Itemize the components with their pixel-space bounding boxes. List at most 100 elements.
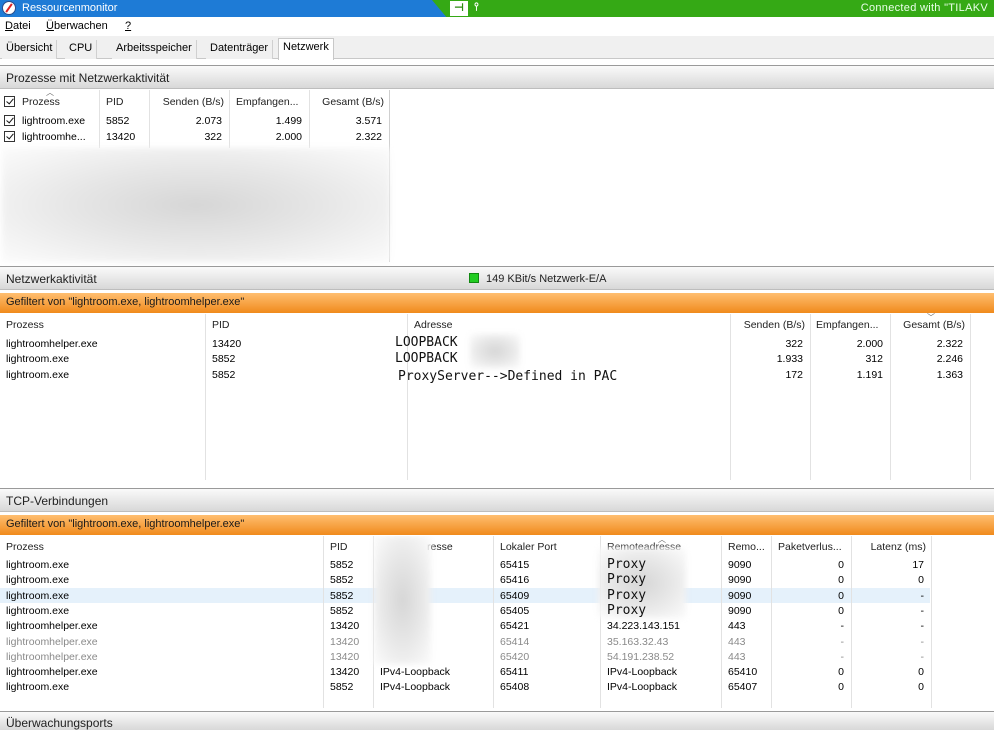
tab-bar: Übersicht CPU Arbeitsspeicher Datenträge…: [0, 36, 994, 60]
select-all-checkbox[interactable]: [4, 96, 15, 107]
redacted-area: [470, 334, 520, 368]
tab-cpu[interactable]: CPU: [65, 40, 98, 59]
local-port: 65420: [500, 650, 530, 663]
col-header-process[interactable]: Prozess: [6, 319, 44, 331]
packet-loss: 0: [838, 574, 844, 587]
local-port: 65421: [500, 620, 530, 633]
address: LOOPBACK: [395, 351, 458, 366]
section-tcp-header[interactable]: TCP-Verbindungen: [0, 488, 994, 512]
tab-netzwerk[interactable]: Netzwerk: [278, 38, 334, 60]
process-receive: 1.499: [275, 115, 302, 127]
process-receive: 2.000: [275, 131, 302, 143]
remote-port: 9090: [728, 574, 752, 587]
tab-uebersicht[interactable]: Übersicht: [2, 40, 58, 59]
redacted-area: [2, 148, 390, 262]
latency: -: [920, 589, 925, 602]
process-name: lightroom.exe: [22, 115, 86, 127]
col-header-send[interactable]: Senden (B/s): [150, 96, 224, 108]
process-name: lightroom.exe: [6, 559, 70, 571]
col-header-latency[interactable]: Latenz (ms): [852, 541, 926, 553]
latency: 0: [918, 666, 924, 679]
col-header-packet-loss[interactable]: Paketverlus...: [778, 541, 842, 553]
address: LOOPBACK: [395, 335, 458, 350]
send-value: 172: [785, 369, 803, 381]
send-value: 1.933: [776, 353, 803, 365]
tab-datentraeger[interactable]: Datenträger: [206, 40, 274, 59]
network-filter-text: Gefiltert von "lightroom.exe, lightroomh…: [6, 296, 245, 308]
window-title: Ressourcenmonitor: [22, 2, 118, 14]
packet-loss: 0: [838, 559, 844, 571]
process-pid: 13420: [330, 635, 360, 648]
remote-address: Proxy: [607, 602, 647, 618]
process-pid: 5852: [330, 604, 354, 617]
remote-port: 443: [728, 620, 746, 633]
col-header-receive[interactable]: Empfangen...: [816, 319, 878, 331]
col-header-pid[interactable]: PID: [212, 319, 230, 331]
process-send: 2.073: [195, 115, 222, 127]
remote-port: 9090: [728, 589, 752, 602]
latency: 0: [918, 681, 924, 694]
process-total: 2.322: [355, 131, 382, 143]
process-pid: 5852: [330, 589, 354, 602]
menu-ueberwachen[interactable]: Überwachen: [46, 20, 108, 32]
remote-address: 35.163.32.43: [607, 635, 669, 648]
process-checkbox[interactable]: [4, 131, 15, 142]
col-header-total[interactable]: Gesamt (B/s): [891, 319, 965, 331]
process-name: lightroom.exe: [6, 369, 70, 381]
process-pid: 13420: [330, 666, 360, 679]
network-table: ﹀ Prozess PID Adresse Senden (B/s) Empfa…: [0, 313, 994, 484]
col-header-process[interactable]: Prozess: [6, 541, 44, 553]
packet-loss: 0: [838, 604, 844, 617]
col-header-remote-port[interactable]: Remo...: [728, 541, 765, 553]
local-port: 65408: [500, 681, 530, 694]
process-name: lightroomhelper.exe: [6, 666, 98, 679]
remote-address: IPv4-Loopback: [607, 681, 678, 694]
total-value: 2.322: [936, 338, 963, 350]
col-header-pid[interactable]: PID: [330, 541, 348, 553]
process-name: lightroom.exe: [6, 681, 70, 694]
menu-help[interactable]: ?: [125, 20, 131, 32]
local-port: 65411: [500, 666, 529, 679]
col-header-send[interactable]: Senden (B/s): [731, 319, 805, 331]
remote-address: 34.223.143.151: [607, 620, 680, 633]
process-name: lightroom.exe: [6, 604, 70, 617]
section-processes-header[interactable]: Prozesse mit Netzwerkaktivität: [0, 65, 994, 89]
col-header-process[interactable]: Prozess: [22, 96, 60, 108]
remote-port: 443: [728, 635, 746, 648]
pin-icon[interactable]: ⊣: [450, 1, 468, 16]
send-value: 322: [785, 338, 803, 350]
local-address: IPv4-Loopback: [380, 681, 451, 694]
remote-connection-status: Connected with "TILAKV: [860, 2, 988, 14]
receive-value: 312: [865, 353, 883, 365]
col-header-pid[interactable]: PID: [106, 96, 124, 108]
menu-datei[interactable]: Datei: [5, 20, 31, 32]
col-header-address[interactable]: Adresse: [414, 319, 453, 331]
address: ProxyServer-->Defined in PAC: [398, 369, 618, 384]
section-ports-title: Überwachungsports: [6, 716, 113, 730]
latency: -: [920, 604, 925, 617]
tab-arbeitsspeicher[interactable]: Arbeitsspeicher: [112, 40, 197, 59]
latency: 17: [912, 559, 924, 571]
section-ports-header[interactable]: Überwachungsports: [0, 711, 994, 730]
process-pid: 13420: [212, 338, 242, 350]
latency: -: [920, 635, 925, 648]
col-header-receive[interactable]: Empfangen...: [236, 96, 298, 108]
processes-table: ︿ Prozess PID Senden (B/s) Empfangen... …: [0, 88, 390, 262]
section-processes-title: Prozesse mit Netzwerkaktivität: [6, 71, 170, 85]
process-checkbox[interactable]: [4, 115, 15, 126]
process-pid: 5852: [330, 574, 354, 587]
section-network-header[interactable]: Netzwerkaktivität 149 KBit/s Netzwerk-E/…: [0, 266, 994, 290]
col-header-local-port[interactable]: Lokaler Port: [500, 541, 557, 553]
process-pid: 5852: [212, 353, 236, 365]
redacted-area: [374, 536, 431, 664]
packet-loss: 0: [838, 666, 844, 679]
receive-value: 2.000: [856, 338, 883, 350]
menu-bar: Datei Überwachen ?: [0, 17, 994, 36]
process-pid: 5852: [330, 681, 354, 694]
local-port: 65414: [500, 635, 530, 648]
process-pid: 5852: [212, 369, 236, 381]
packet-loss: -: [840, 620, 845, 633]
col-header-total[interactable]: Gesamt (B/s): [310, 96, 384, 108]
remote-address: 54.191.238.52: [607, 650, 675, 663]
latency: -: [920, 620, 925, 633]
